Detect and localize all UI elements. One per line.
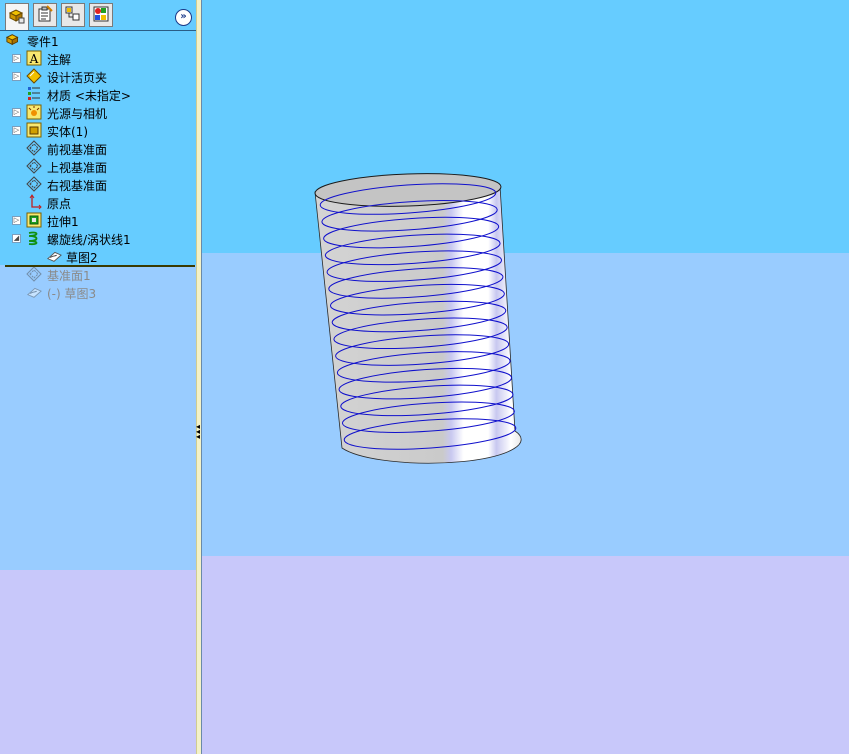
display-manager-tab[interactable] (89, 3, 113, 27)
tree-item-label: 前视基准面 (47, 143, 108, 157)
tree-item-label: (-) 草图3 (47, 287, 97, 301)
expand-panel-button[interactable]: » (175, 9, 192, 26)
annotation-icon: A (26, 50, 42, 66)
tree-item[interactable]: ▷ 拉伸1 (0, 211, 197, 229)
expand-toggle-icon[interactable]: ▷ (12, 108, 21, 117)
property-manager-tab[interactable] (33, 3, 57, 27)
sketch-icon (46, 248, 62, 264)
feature-manager-tab[interactable] (5, 3, 29, 30)
tree-item[interactable]: 原点 (0, 193, 197, 211)
part-icon (6, 32, 22, 48)
helix-icon (26, 230, 42, 246)
tree-item[interactable]: 零件1 (0, 31, 197, 49)
tree-item-label: 草图2 (66, 251, 98, 265)
expand-toggle-icon[interactable]: ▷ (12, 216, 21, 225)
material-icon (26, 86, 42, 102)
tree-item-label: 拉伸1 (47, 215, 79, 229)
tree-item[interactable]: ▷ A 注解 (0, 49, 197, 67)
svg-text:A: A (29, 52, 39, 66)
origin-icon (26, 194, 42, 210)
feature-manager-panel: » 零件1 ▷ A 注解 ▷ 设计活页夹材质 <未指定> ▷ 光源与相机 ▷ 实体(1) 前视基准面… (0, 0, 201, 754)
tree-item[interactable]: 基准面1 (0, 265, 197, 283)
helix-cylinder-model[interactable] (202, 0, 849, 754)
tree-item-label: 材质 <未指定> (47, 89, 131, 103)
plane-icon (26, 140, 42, 156)
solid-bodies-icon (26, 122, 42, 138)
rollback-bar[interactable] (5, 265, 195, 267)
tree-item[interactable]: ▷ 实体(1) (0, 121, 197, 139)
display-manager-icon (92, 5, 110, 26)
tree-item[interactable]: ▷ 光源与相机 (0, 103, 197, 121)
tree-item-label: 设计活页夹 (47, 71, 108, 85)
plane-icon (26, 158, 42, 174)
tree-item-label: 基准面1 (47, 269, 91, 283)
lights-camera-icon (26, 104, 42, 120)
graphics-viewport[interactable] (201, 0, 849, 754)
configuration-manager-tab[interactable] (61, 3, 85, 27)
tree-item[interactable]: 右视基准面 (0, 175, 197, 193)
tree-item[interactable]: ▷ 设计活页夹 (0, 67, 197, 85)
tree-item[interactable]: 上视基准面 (0, 157, 197, 175)
extrude-icon (26, 212, 42, 228)
tree-item[interactable]: 材质 <未指定> (0, 85, 197, 103)
tree-item-label: 光源与相机 (47, 107, 108, 121)
configuration-manager-icon (64, 5, 82, 26)
tree-item-label: 螺旋线/涡状线1 (47, 233, 131, 247)
tree-item-label: 注解 (47, 53, 72, 67)
design-binder-icon (26, 68, 42, 84)
expand-toggle-icon[interactable]: ▷ (12, 54, 21, 63)
collapse-toggle-icon[interactable]: ◢ (12, 234, 21, 243)
tree-item[interactable]: 前视基准面 (0, 139, 197, 157)
tree-item-label: 零件1 (27, 35, 59, 49)
splitter-grip-icon[interactable]: ◂ ◂ ◂ (196, 423, 200, 441)
tree-item-label: 原点 (47, 197, 72, 211)
sketch-icon (26, 284, 42, 300)
property-manager-icon (36, 4, 54, 26)
tree-item-label: 右视基准面 (47, 179, 108, 193)
plane-icon (26, 176, 42, 192)
feature-manager-icon (8, 7, 26, 28)
tree-item[interactable]: (-) 草图3 (0, 283, 197, 301)
expand-toggle-icon[interactable]: ▷ (12, 126, 21, 135)
tree-item[interactable]: ◢ 螺旋线/涡状线1 (0, 229, 197, 247)
tree-item-label: 实体(1) (47, 125, 88, 139)
plane-icon (26, 266, 42, 282)
tree-item-label: 上视基准面 (47, 161, 108, 175)
expand-toggle-icon[interactable]: ▷ (12, 72, 21, 81)
tree-item[interactable]: 草图2 (0, 247, 197, 265)
panel-tab-strip: » (0, 0, 197, 31)
